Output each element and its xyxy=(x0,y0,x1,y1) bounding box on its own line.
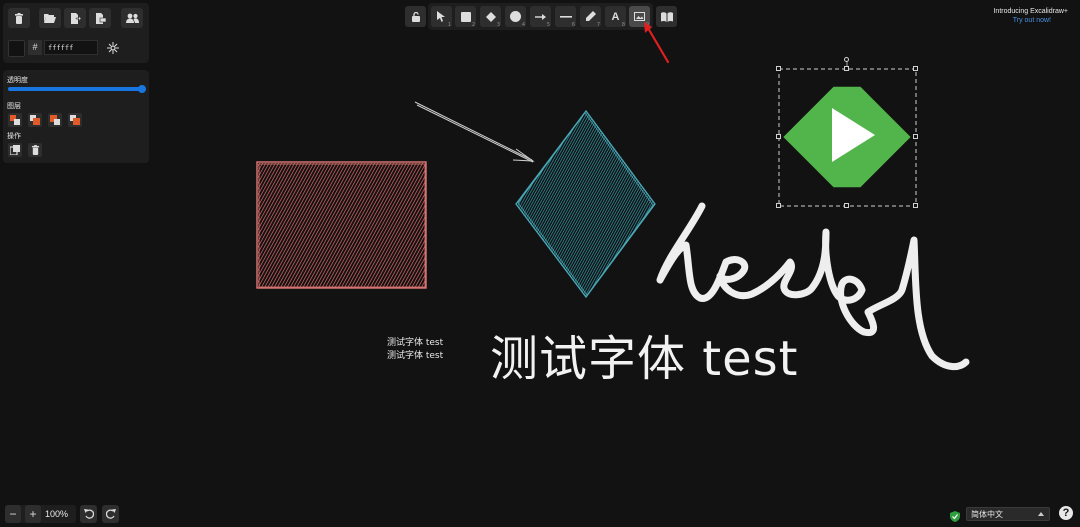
resize-handle-nw[interactable] xyxy=(776,66,781,71)
hatched-rectangle[interactable] xyxy=(180,160,501,290)
resize-handle-ne[interactable] xyxy=(913,66,918,71)
zoom-out-button[interactable]: − xyxy=(5,505,21,523)
canvas-big-text[interactable]: 测试字体 test xyxy=(490,319,798,389)
sketch-arrow[interactable] xyxy=(414,101,535,163)
zoom-level[interactable]: 100% xyxy=(45,509,68,519)
canvas-small-text-1[interactable]: 测试字体 test xyxy=(387,335,443,348)
zoom-in-button[interactable]: + xyxy=(25,505,41,523)
rotation-handle[interactable] xyxy=(844,57,849,62)
redo-icon xyxy=(105,509,116,519)
resize-handle-w[interactable] xyxy=(776,134,781,139)
language-value: 简体中文 xyxy=(971,510,1003,519)
hatched-diamond[interactable] xyxy=(440,108,764,300)
canvas-small-text-2[interactable]: 测试字体 test xyxy=(387,348,443,361)
undo-icon xyxy=(83,509,94,519)
resize-handle-e[interactable] xyxy=(913,134,918,139)
undo-button[interactable] xyxy=(80,505,97,523)
shield-check-icon xyxy=(950,511,960,522)
help-button[interactable]: ? xyxy=(1059,506,1073,520)
resize-handle-sw[interactable] xyxy=(776,203,781,208)
resize-handle-n[interactable] xyxy=(844,66,849,71)
resize-handle-s[interactable] xyxy=(844,203,849,208)
language-select[interactable]: 简体中文 xyxy=(966,507,1050,521)
chevron-up-icon xyxy=(1038,512,1044,516)
resize-handle-se[interactable] xyxy=(913,203,918,208)
encryption-indicator[interactable] xyxy=(950,509,960,527)
selected-image[interactable] xyxy=(778,61,917,207)
redo-button[interactable] xyxy=(102,505,119,523)
canvas-drawing xyxy=(180,61,970,370)
